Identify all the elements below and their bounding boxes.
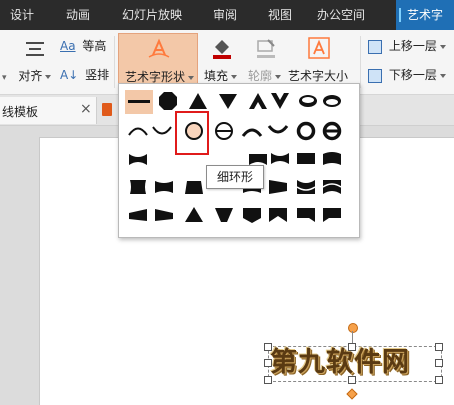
same-height-icon: Aa: [60, 39, 76, 53]
fill-label: 填充: [204, 69, 229, 83]
wordart-text[interactable]: 第九软件网: [270, 340, 410, 379]
tab-animation[interactable]: 动画: [56, 0, 100, 30]
shape-chevron-up[interactable]: [247, 90, 269, 112]
resize-handle[interactable]: [435, 376, 443, 384]
separator: [114, 36, 115, 88]
wordart-size-icon[interactable]: [306, 35, 332, 61]
chevron-down-icon: [188, 75, 195, 80]
shape-inflate-bottom[interactable]: [183, 176, 205, 198]
send-backward-button[interactable]: 下移一层: [368, 66, 446, 83]
shape-ring-inside[interactable]: [297, 90, 319, 112]
close-icon[interactable]: ×: [80, 101, 92, 117]
outline-label: 轮廓: [248, 69, 273, 83]
fill-dropdown[interactable]: 填充: [204, 67, 238, 84]
separator: [360, 36, 361, 88]
same-height-label: 等高: [82, 39, 107, 53]
shape-slant-up[interactable]: [127, 204, 149, 226]
shape-pennant-right[interactable]: [321, 204, 343, 226]
bring-forward-label: 上移一层: [388, 39, 437, 53]
shape-arch-down[interactable]: [151, 120, 173, 142]
vertical-text-button[interactable]: A↓ 竖排: [60, 66, 109, 83]
shape-chevron-flag[interactable]: [241, 204, 263, 226]
bring-forward-button[interactable]: 上移一层: [368, 37, 446, 54]
align-icon[interactable]: [24, 40, 46, 58]
resize-handle[interactable]: [264, 376, 272, 384]
shape-inflate[interactable]: [127, 176, 149, 198]
shape-fade-right[interactable]: [267, 176, 289, 198]
shape-deflate[interactable]: [153, 176, 175, 198]
shape-arch-up-pour[interactable]: [241, 120, 263, 142]
shape-stop[interactable]: [157, 90, 179, 112]
shape-ring-outside[interactable]: [321, 90, 343, 112]
outline-dropdown[interactable]: 轮廓: [248, 67, 282, 84]
shape-wave-5[interactable]: [321, 148, 343, 170]
resize-handle[interactable]: [264, 359, 272, 367]
outline-pen-icon[interactable]: [254, 36, 278, 60]
shape-chevron-down[interactable]: [269, 90, 291, 112]
selection-highlight: [175, 111, 209, 155]
bring-forward-icon: [368, 39, 382, 54]
ribbon-tab-bar: 设计 动画 幻灯片放映 审阅 视图 办公空间 艺术字: [0, 0, 454, 30]
shape-slant-down[interactable]: [153, 204, 175, 226]
chevron-down-icon: [231, 74, 238, 79]
shape-cascade-up[interactable]: [183, 204, 205, 226]
chevron-down-icon: [439, 73, 446, 78]
tab-office-space[interactable]: 办公空间: [308, 0, 374, 30]
chevron-down-icon: [45, 74, 52, 79]
shape-fade-up[interactable]: [295, 176, 317, 198]
shape-fade-down[interactable]: [321, 176, 343, 198]
document-tab[interactable]: 线模板 ×: [0, 97, 97, 124]
wordart-shape-gallery: [118, 83, 360, 238]
chevron-down-icon: [439, 44, 446, 49]
tab-slideshow[interactable]: 幻灯片放映: [114, 0, 190, 30]
tab-view[interactable]: 视图: [258, 0, 302, 30]
shape-triangle-flag[interactable]: [267, 204, 289, 226]
same-height-button[interactable]: Aa 等高: [60, 37, 106, 54]
align-dropdown[interactable]: ▾ 对齐: [2, 67, 52, 84]
send-backward-label: 下移一层: [388, 68, 437, 82]
shape-thick-ring[interactable]: [295, 120, 317, 142]
document-tab-label: 线模板: [2, 105, 39, 119]
tab-wordart[interactable]: 艺术字: [396, 0, 454, 30]
shape-button-pour[interactable]: [321, 120, 343, 142]
chevron-down-icon: [275, 74, 282, 79]
align-label: 对齐: [18, 69, 43, 83]
shape-arch-down-pour[interactable]: [267, 120, 289, 142]
shape-wave-1[interactable]: [127, 148, 149, 170]
shape-triangle-down[interactable]: [217, 90, 239, 112]
fill-bucket-icon[interactable]: [210, 36, 234, 60]
wordart-shape-icon: [148, 38, 170, 58]
shape-plain-text[interactable]: [125, 90, 153, 114]
shape-wave-4[interactable]: [295, 148, 317, 170]
document-icon[interactable]: [102, 103, 112, 116]
chevron-down-icon: ▾: [2, 73, 7, 83]
shape-wave-3[interactable]: [269, 148, 291, 170]
vertical-text-icon: A↓: [60, 68, 79, 82]
send-backward-icon: [368, 68, 382, 83]
shape-arch-up[interactable]: [127, 120, 149, 142]
tooltip: 细环形: [206, 165, 264, 189]
shape-pennant-left[interactable]: [295, 204, 317, 226]
rotate-handle-stem: [352, 331, 353, 343]
vertical-text-label: 竖排: [85, 68, 110, 82]
resize-handle[interactable]: [264, 343, 272, 351]
resize-handle[interactable]: [348, 343, 356, 351]
shape-button[interactable]: [213, 120, 235, 142]
rotate-handle[interactable]: [348, 323, 358, 333]
resize-handle[interactable]: [435, 343, 443, 351]
tab-design[interactable]: 设计: [0, 0, 44, 30]
resize-handle[interactable]: [435, 359, 443, 367]
shape-cascade-down[interactable]: [213, 204, 235, 226]
wordart-size-label[interactable]: 艺术字大小: [288, 67, 348, 84]
shape-triangle-up[interactable]: [187, 90, 209, 112]
tab-review[interactable]: 审阅: [205, 0, 245, 30]
resize-handle[interactable]: [348, 376, 356, 384]
